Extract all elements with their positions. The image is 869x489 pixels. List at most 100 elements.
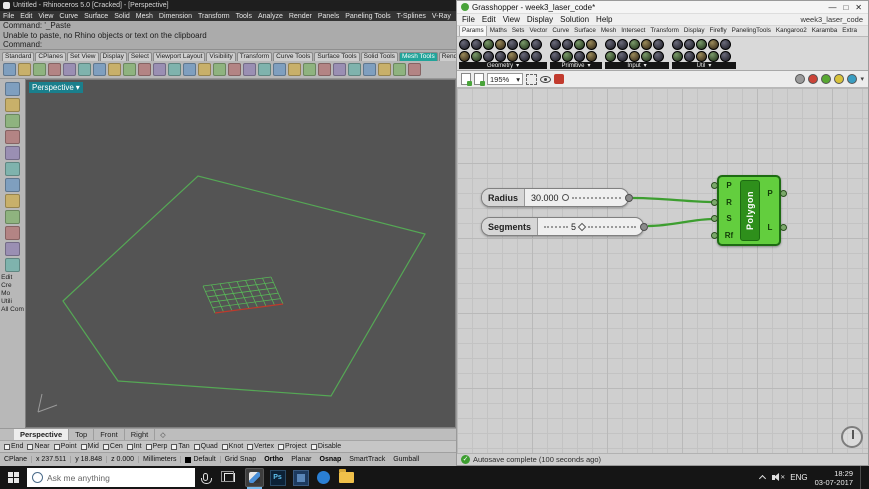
gh-component-icon[interactable]: [519, 39, 530, 50]
rhino-tool-icon[interactable]: [273, 63, 286, 76]
gh-component-icon[interactable]: [720, 51, 731, 62]
gh-component-icon[interactable]: [586, 51, 597, 62]
gh-category-tab[interactable]: Surface: [572, 26, 598, 36]
gh-component-icon[interactable]: [562, 51, 573, 62]
gh-component-icon[interactable]: [507, 51, 518, 62]
gh-menu-file[interactable]: File: [462, 15, 475, 24]
rhino-tool-icon[interactable]: [18, 63, 31, 76]
rhino-side-tool-icon[interactable]: [5, 226, 20, 240]
component-name-capsule[interactable]: Polygon: [740, 180, 760, 241]
sketch-tool-icon[interactable]: [554, 74, 564, 84]
ortho-toggle[interactable]: Ortho: [260, 456, 287, 463]
language-indicator[interactable]: ENG: [790, 473, 807, 482]
toolbar-tab-visibility[interactable]: Visibility: [206, 52, 236, 61]
slider-rail[interactable]: [588, 225, 636, 228]
checkbox-icon[interactable]: [4, 443, 10, 450]
gh-component-icon[interactable]: [586, 39, 597, 50]
grid-snap-toggle[interactable]: Grid Snap: [221, 456, 261, 463]
osnap-checkbox-item[interactable]: Mid: [80, 443, 99, 450]
rhino-tool-icon[interactable]: [303, 63, 316, 76]
slider-track[interactable]: 30.000: [525, 189, 633, 206]
taskbar-search-box[interactable]: Ask me anything: [27, 468, 195, 487]
rhino-tool-icon[interactable]: [288, 63, 301, 76]
checkbox-icon[interactable]: [102, 443, 109, 450]
output-nub[interactable]: [780, 223, 787, 231]
gh-component-icon[interactable]: [495, 39, 506, 50]
palette-group-label[interactable]: Primitive ▾: [550, 62, 602, 69]
gh-component-icon[interactable]: [459, 51, 470, 62]
gh-component-icon[interactable]: [471, 51, 482, 62]
gh-component-icon[interactable]: [653, 39, 664, 50]
osnap-checkbox-item[interactable]: Knot: [221, 443, 243, 450]
toolbar-tab-solid-tools[interactable]: Solid Tools: [360, 52, 398, 61]
rhino-menu-item[interactable]: Edit: [17, 13, 35, 20]
input-segments[interactable]: S: [711, 214, 739, 223]
rhino-side-tool-icon[interactable]: [5, 114, 20, 128]
toolbar-tab-standard[interactable]: Standard: [2, 52, 35, 61]
osnap-checkbox-item[interactable]: Vertex: [247, 443, 274, 450]
gh-menu-help[interactable]: Help: [596, 15, 612, 24]
gh-component-icon[interactable]: [617, 39, 628, 50]
file-explorer-taskbar-app[interactable]: [337, 468, 356, 487]
rhino-menu-item[interactable]: Curve: [56, 13, 81, 20]
rhino-tool-icon[interactable]: [153, 63, 166, 76]
gh-component-icon[interactable]: [550, 39, 561, 50]
rhino-menu-item[interactable]: Mesh: [133, 13, 156, 20]
gh-component-icon[interactable]: [708, 39, 719, 50]
rhino-tool-icon[interactable]: [408, 63, 421, 76]
radius-slider[interactable]: Radius 30.000: [481, 188, 633, 207]
gh-component-icon[interactable]: [483, 39, 494, 50]
wire-segments-to-S[interactable]: [647, 217, 714, 228]
dropdown-arrow-icon[interactable]: ▾: [860, 75, 864, 83]
zoom-level-dropdown[interactable]: 195% ▾: [487, 73, 523, 85]
photoshop-taskbar-app[interactable]: Ps: [268, 468, 287, 487]
toolbar-tab-set-view[interactable]: Set View: [66, 52, 99, 61]
start-button[interactable]: [0, 466, 26, 489]
slider-rail[interactable]: [544, 225, 569, 228]
rhino-tool-icon[interactable]: [393, 63, 406, 76]
gh-component-icon[interactable]: [495, 51, 506, 62]
new-document-icon[interactable]: [461, 73, 472, 86]
rhino-side-tool-icon[interactable]: [5, 194, 20, 208]
viewport-canvas[interactable]: [26, 80, 456, 428]
rhino-menu-item[interactable]: Transform: [195, 13, 233, 20]
segments-slider[interactable]: Segments 5: [481, 217, 648, 236]
sidebar-panel-tab[interactable]: Edit: [1, 274, 24, 282]
gh-category-tab[interactable]: Intersect: [619, 26, 647, 36]
slider-rail[interactable]: [571, 196, 621, 199]
grasshopper-titlebar[interactable]: Grasshopper - week3_laser_code* — □ ✕: [457, 1, 868, 14]
rhino-tool-icon[interactable]: [33, 63, 46, 76]
close-button[interactable]: ✕: [855, 3, 862, 12]
toolbar-tab-surface-tools[interactable]: Surface Tools: [314, 52, 360, 61]
gh-category-tab[interactable]: Sets: [510, 26, 527, 36]
gh-component-icon[interactable]: [708, 51, 719, 62]
input-radius[interactable]: R: [711, 198, 739, 207]
checkbox-icon[interactable]: [193, 443, 200, 450]
rhino-side-tool-icon[interactable]: [5, 98, 20, 112]
rhino-menu-item[interactable]: Analyze: [255, 13, 286, 20]
smarttrack-toggle[interactable]: SmartTrack: [345, 456, 389, 463]
dropdown-arrow-icon[interactable]: ▾: [76, 82, 80, 93]
input-nub[interactable]: [711, 198, 718, 206]
gh-component-icon[interactable]: [574, 51, 585, 62]
show-desktop-button[interactable]: [860, 466, 864, 489]
wire-radius-to-R[interactable]: [632, 196, 714, 204]
gh-component-icon[interactable]: [653, 51, 664, 62]
gh-component-icon[interactable]: [471, 39, 482, 50]
osnap-checkbox-item[interactable]: Cen: [102, 443, 123, 450]
rhino-tool-icon[interactable]: [198, 63, 211, 76]
gh-component-icon[interactable]: [629, 51, 640, 62]
gh-component-icon[interactable]: [562, 39, 573, 50]
checkbox-icon[interactable]: [126, 443, 133, 450]
palette-group-label[interactable]: Util ▾: [672, 62, 736, 69]
rhino-menu-item[interactable]: V-Ray: [429, 13, 454, 20]
microphone-icon[interactable]: [201, 472, 212, 484]
cplane-button[interactable]: CPlane: [0, 456, 32, 463]
checkbox-icon[interactable]: [53, 443, 60, 450]
rhino-tool-icon[interactable]: [3, 63, 16, 76]
rhino-tool-icon[interactable]: [123, 63, 136, 76]
gh-component-icon[interactable]: [684, 51, 695, 62]
checkbox-icon[interactable]: [171, 443, 178, 450]
checkbox-icon[interactable]: [27, 443, 34, 450]
rhino-tool-icon[interactable]: [48, 63, 61, 76]
